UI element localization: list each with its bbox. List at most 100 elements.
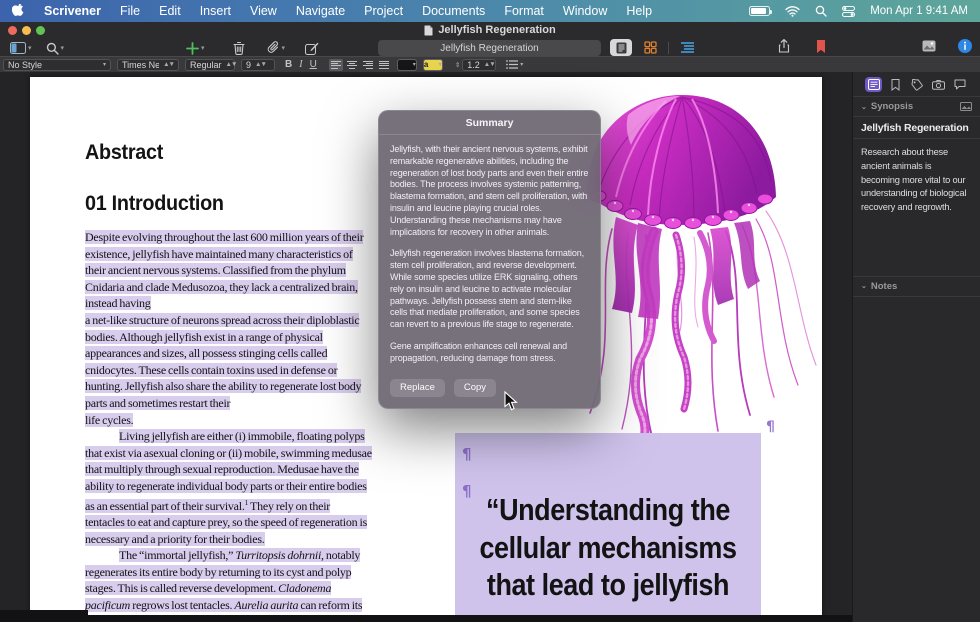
pull-quote-text: “Understanding the cellular mechanisms t… — [475, 491, 741, 604]
corkboard-view-button[interactable] — [639, 39, 661, 56]
tab-metadata[interactable] — [908, 77, 925, 92]
control-center-icon[interactable] — [842, 6, 855, 17]
chevron-down-icon: ▾ — [28, 44, 32, 52]
chevron-down-icon: ⌄ — [861, 282, 867, 290]
menu-help[interactable]: Help — [626, 4, 652, 18]
text-color-well[interactable]: ▾ — [397, 59, 417, 71]
trash-button[interactable] — [233, 41, 245, 55]
synopsis-section-header[interactable]: ⌄ Synopsis — [853, 96, 980, 116]
outline-icon — [681, 42, 694, 53]
battery-icon[interactable] — [749, 6, 770, 16]
outline-view-button[interactable] — [676, 39, 698, 56]
bookmark-button[interactable] — [816, 40, 826, 53]
list-menu-button[interactable]: ▾ — [506, 60, 523, 69]
pull-quote-block[interactable]: ¶ ¶ “Understanding the cellular mechanis… — [455, 433, 761, 622]
menu-view[interactable]: View — [250, 4, 277, 18]
summary-popup-title: Summary — [379, 111, 600, 135]
menu-edit[interactable]: Edit — [159, 4, 181, 18]
notes-label: Notes — [871, 281, 897, 292]
menu-window[interactable]: Window — [563, 4, 607, 18]
font-dropdown[interactable]: Times New Roman▲▼ — [117, 59, 179, 71]
wifi-icon[interactable] — [785, 6, 800, 17]
window-title-row: Jellyfish Regeneration — [0, 24, 980, 36]
inspector-tabs — [853, 72, 980, 96]
summary-paragraph: Jellyfish, with their ancient nervous sy… — [390, 144, 589, 238]
sidebar-toggle-button[interactable]: ▾ — [10, 42, 32, 54]
menu-clock[interactable]: Mon Apr 1 9:41 AM — [870, 5, 968, 17]
synopsis-title[interactable]: Jellyfish Regeneration — [853, 117, 980, 139]
heading-introduction[interactable]: 01 Introduction — [85, 191, 224, 216]
document-icon — [424, 25, 433, 36]
menu-file[interactable]: File — [120, 4, 140, 18]
paragraph[interactable]: The “immortal jellyfish,” Turritopsis do… — [85, 547, 425, 622]
menu-navigate[interactable]: Navigate — [296, 4, 345, 18]
replace-button[interactable]: Replace — [390, 379, 445, 397]
inspector-info-button[interactable] — [958, 39, 972, 53]
tab-bookmarks[interactable] — [887, 77, 904, 92]
tab-comments[interactable] — [951, 77, 968, 92]
menu-format[interactable]: Format — [504, 4, 544, 18]
highlight-color-well[interactable]: a▾ — [423, 59, 443, 71]
bold-button[interactable]: B — [285, 59, 292, 70]
project-search-field[interactable] — [378, 40, 601, 56]
info-icon — [958, 39, 972, 53]
align-justify-button[interactable] — [377, 59, 391, 71]
compose-icon — [305, 42, 319, 55]
share-button[interactable] — [778, 39, 790, 53]
menu-project[interactable]: Project — [364, 4, 403, 18]
pilcrow-icon: ¶ — [462, 445, 472, 463]
paragraph[interactable]: Living jellyfish are either (i) immobile… — [85, 428, 425, 547]
line-spacing-field[interactable]: 1.2▲▼ — [462, 59, 496, 71]
body-text-column[interactable]: Despite evolving throughout the last 600… — [85, 229, 425, 622]
chevron-down-icon: ▾ — [282, 44, 286, 52]
copy-button[interactable]: Copy — [454, 379, 496, 397]
search-menu-button[interactable]: ▾ — [46, 42, 65, 55]
synopsis-text[interactable]: Research about these ancient animals is … — [853, 139, 980, 222]
compose-button[interactable] — [305, 42, 319, 55]
trash-icon — [233, 41, 245, 55]
paragraph[interactable]: Despite evolving throughout the last 600… — [85, 229, 425, 428]
summary-actions: Replace Copy — [379, 377, 600, 408]
align-left-button[interactable] — [329, 59, 343, 71]
chevron-down-icon: ▾ — [61, 44, 65, 52]
alignment-group — [329, 59, 391, 71]
sidebar-icon — [10, 42, 26, 54]
tab-snapshots[interactable] — [930, 77, 947, 92]
share-icon — [778, 39, 790, 53]
style-dropdown[interactable]: No Style▾ — [3, 59, 111, 71]
chevron-down-icon: ▾ — [201, 44, 205, 52]
bookmark-icon — [816, 40, 826, 53]
typeface-dropdown[interactable]: Regular▲▼ — [185, 59, 235, 71]
italic-button[interactable]: I — [299, 59, 302, 70]
align-center-button[interactable] — [345, 59, 359, 71]
window-title: Jellyfish Regeneration — [438, 24, 555, 36]
add-item-button[interactable]: ▾ — [186, 42, 205, 55]
heading-abstract[interactable]: Abstract — [85, 140, 163, 165]
chevron-down-icon: ⌄ — [861, 103, 867, 111]
menu-scrivener[interactable]: Scrivener — [44, 4, 101, 18]
plus-icon — [186, 42, 199, 55]
menu-documents[interactable]: Documents — [422, 4, 485, 18]
view-mode-group — [610, 39, 698, 56]
font-size-field[interactable]: 9▲▼ — [241, 59, 275, 71]
document-view-button[interactable] — [610, 39, 632, 56]
menu-insert[interactable]: Insert — [200, 4, 231, 18]
document-view-icon — [616, 42, 627, 54]
align-right-button[interactable] — [361, 59, 375, 71]
notes-section-header[interactable]: ⌄ Notes — [853, 276, 980, 297]
tab-synopsis[interactable] — [865, 77, 882, 92]
paperclip-icon — [267, 41, 280, 55]
chevron-down-icon: ▾ — [103, 61, 106, 68]
notes-card-icon — [868, 79, 880, 90]
underline-button[interactable]: U — [310, 59, 317, 70]
comment-bubble-icon — [954, 79, 966, 90]
corkboard-icon — [644, 41, 657, 54]
media-button[interactable] — [922, 40, 936, 52]
inspector-panel: ⌄ Synopsis Jellyfish Regeneration Resear… — [852, 72, 980, 622]
list-icon — [506, 60, 518, 69]
attachments-button[interactable]: ▾ — [267, 41, 286, 55]
spotlight-search-icon[interactable] — [815, 5, 827, 17]
apple-menu-icon[interactable] — [12, 4, 25, 19]
synopsis-image-toggle-icon[interactable] — [960, 102, 972, 111]
synopsis-card[interactable]: Jellyfish Regeneration Research about th… — [853, 116, 980, 222]
